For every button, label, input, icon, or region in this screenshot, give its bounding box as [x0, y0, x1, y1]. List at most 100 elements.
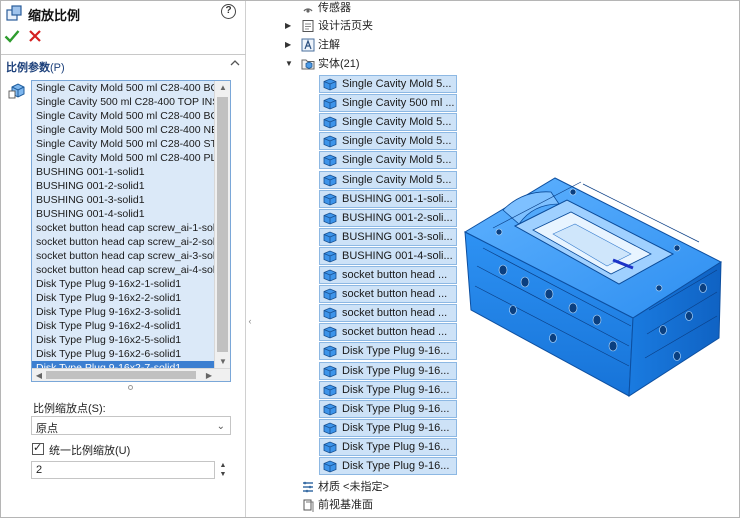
selection-list-item[interactable]: Disk Type Plug 9-16x2-2-solid1 [32, 291, 214, 305]
uniform-scale-label[interactable]: 统一比例缩放(U) [49, 442, 130, 458]
selection-list-item[interactable]: Single Cavity Mold 500 ml C28-400 BOTT [32, 109, 214, 123]
solid-body-icon [323, 135, 337, 148]
scroll-down-icon[interactable]: ▼ [215, 355, 230, 369]
scale-factor-input[interactable]: 2 [31, 461, 215, 479]
selection-list-item[interactable]: socket button head cap screw_ai-3-solic [32, 249, 214, 263]
tree-body-item[interactable]: BUSHING 001-3-soli... [319, 227, 457, 246]
group-title: 比例参数(P) [6, 62, 65, 74]
tree-body-item[interactable]: Disk Type Plug 9-16... [319, 457, 457, 475]
selection-list-item[interactable]: Single Cavity 500 ml C28-400 TOP INSERT [32, 95, 214, 109]
selection-list-item[interactable]: BUSHING 001-4-solid1 [32, 207, 214, 221]
solid-body-icon [323, 345, 337, 358]
tree-body-item[interactable]: Single Cavity Mold 5... [319, 170, 457, 189]
expand-arrow-icon[interactable]: ▶ [285, 18, 295, 34]
scale-factor-spinner[interactable]: ▲ ▼ [217, 461, 229, 479]
selection-list[interactable]: Single Cavity Mold 500 ml C28-400 BODY Si… [32, 81, 214, 369]
solid-body-icon [323, 384, 337, 397]
hscrollbar-thumb[interactable] [46, 371, 196, 379]
material-icon [303, 481, 313, 493]
tree-body-label: Single Cavity 500 ml ... [342, 97, 455, 110]
scroll-left-icon[interactable]: ◀ [32, 369, 46, 381]
selection-list-item[interactable]: Disk Type Plug 9-16x2-1-solid1 [32, 277, 214, 291]
selection-list-item[interactable]: Disk Type Plug 9-16x2-5-solid1 [32, 333, 214, 347]
tree-node-solid-bodies[interactable]: ▼ 实体(21) [285, 56, 405, 72]
collapse-arrow-icon[interactable]: ▼ [285, 56, 295, 72]
scroll-right-icon[interactable]: ▶ [202, 369, 216, 381]
solid-body-icon [323, 193, 337, 206]
scale-parameters-group[interactable]: 比例参数(P) [0, 54, 246, 74]
bodies-selection-box[interactable]: Single Cavity Mold 500 ml C28-400 BODY Si… [31, 80, 231, 382]
vertical-scrollbar[interactable]: ▲ ▼ [214, 81, 230, 369]
horizontal-scrollbar[interactable]: ◀ ▶ [32, 368, 230, 381]
sensor-icon [303, 8, 313, 13]
tree-body-item[interactable]: BUSHING 001-4-soli... [319, 246, 457, 265]
tree-node-front-plane[interactable]: 前视基准面 [285, 497, 415, 513]
tree-body-item[interactable]: BUSHING 001-1-soli... [319, 189, 457, 208]
tree-body-label: socket button head ... [342, 307, 448, 320]
expand-arrow-icon[interactable]: ▶ [285, 37, 295, 53]
selection-list-item[interactable]: socket button head cap screw_ai-2-solic [32, 235, 214, 249]
tree-body-item[interactable]: Disk Type Plug 9-16... [319, 342, 457, 361]
tree-body-label: socket button head ... [342, 269, 448, 281]
cancel-x-icon[interactable] [27, 28, 43, 44]
tree-body-item[interactable]: Single Cavity 500 ml ... [319, 94, 457, 113]
tree-body-item[interactable]: BUSHING 001-2-soli... [319, 208, 457, 227]
selection-list-item[interactable]: Single Cavity Mold 500 ml C28-400 PLATI [32, 151, 214, 165]
selection-list-item[interactable]: Disk Type Plug 9-16x2-3-solid1 [32, 305, 214, 319]
solid-body-icon [323, 78, 337, 91]
tree-body-label: BUSHING 001-3-soli... [342, 230, 453, 243]
scale-about-select[interactable]: 原点 ⌄ [31, 416, 231, 435]
tree-body-item[interactable]: socket button head ... [319, 304, 457, 323]
ok-checkmark-icon[interactable] [4, 28, 20, 44]
help-button[interactable]: ? [221, 4, 236, 19]
tree-body-label: Single Cavity Mold 5... [342, 173, 452, 186]
spin-up-icon[interactable]: ▲ [217, 461, 229, 470]
selection-list-item[interactable]: socket button head cap screw_ai-1-solic [32, 221, 214, 235]
tree-body-label: BUSHING 001-1-soli... [342, 192, 453, 205]
tree-body-item[interactable]: socket button head ... [319, 285, 457, 304]
selection-list-item[interactable]: Disk Type Plug 9-16x2-4-solid1 [32, 319, 214, 333]
scroll-up-icon[interactable]: ▲ [215, 81, 230, 95]
design-binder-icon [302, 20, 314, 32]
mold-3d-model-preview[interactable] [463, 170, 725, 400]
tree-node-sensors[interactable]: 传感器 [285, 0, 405, 16]
tree-body-item[interactable]: Disk Type Plug 9-16... [319, 361, 457, 380]
tree-body-item[interactable]: socket button head ... [319, 266, 457, 284]
selection-list-item[interactable]: Disk Type Plug 9-16x2-6-solid1 [32, 347, 214, 361]
tree-body-item[interactable]: Disk Type Plug 9-16... [319, 380, 457, 399]
tree-body-item[interactable]: Disk Type Plug 9-16... [319, 399, 457, 418]
tree-body-item[interactable]: Disk Type Plug 9-16... [319, 418, 457, 437]
property-manager-header: 缩放比例 ? [4, 4, 242, 23]
selection-list-item[interactable]: socket button head cap screw_ai-4-solic [32, 263, 214, 277]
selection-list-item[interactable]: Single Cavity Mold 500 ml C28-400 NECK [32, 123, 214, 137]
checkmark-icon: ✓ [33, 442, 43, 454]
solid-body-icon [323, 212, 337, 225]
selection-list-item[interactable]: BUSHING 001-2-solid1 [32, 179, 214, 193]
tree-node-annotations[interactable]: ▶ 注解 [285, 37, 405, 53]
tree-body-item[interactable]: Single Cavity Mold 5... [319, 151, 457, 170]
collapse-chevron-icon[interactable] [230, 58, 240, 68]
list-resize-handle[interactable] [128, 385, 133, 390]
feature-title: 缩放比例 [28, 8, 81, 23]
selection-list-item[interactable]: BUSHING 001-3-solid1 [32, 193, 214, 207]
solid-body-icon [323, 326, 337, 339]
tree-body-label: Disk Type Plug 9-16... [342, 440, 450, 453]
solid-bodies-folder-icon [301, 59, 315, 70]
scrollbar-thumb[interactable] [217, 97, 228, 352]
panel-splitter-handle[interactable]: ‹ [246, 316, 254, 326]
tree-node-design-binder[interactable]: ▶ 设计活页夹 [285, 18, 405, 34]
tree-body-item[interactable]: Single Cavity Mold 5... [319, 132, 457, 151]
solid-body-icon [323, 422, 337, 435]
selection-list-item[interactable]: Single Cavity Mold 500 ml C28-400 STRIK [32, 137, 214, 151]
tree-body-item[interactable]: Disk Type Plug 9-16... [319, 437, 457, 456]
tree-body-item[interactable]: Single Cavity Mold 5... [319, 75, 457, 93]
tree-node-material[interactable]: 材质 <未指定> [285, 479, 415, 495]
spin-down-icon[interactable]: ▼ [217, 470, 229, 479]
tree-body-item[interactable]: socket button head ... [319, 323, 457, 342]
tree-label: 注解 [318, 39, 340, 51]
plane-icon [303, 499, 314, 512]
selection-list-item[interactable]: BUSHING 001-1-solid1 [32, 165, 214, 179]
selection-list-item[interactable]: Single Cavity Mold 500 ml C28-400 BODY [32, 81, 214, 95]
uniform-scale-checkbox[interactable]: ✓ [32, 442, 44, 455]
tree-body-item[interactable]: Single Cavity Mold 5... [319, 113, 457, 132]
